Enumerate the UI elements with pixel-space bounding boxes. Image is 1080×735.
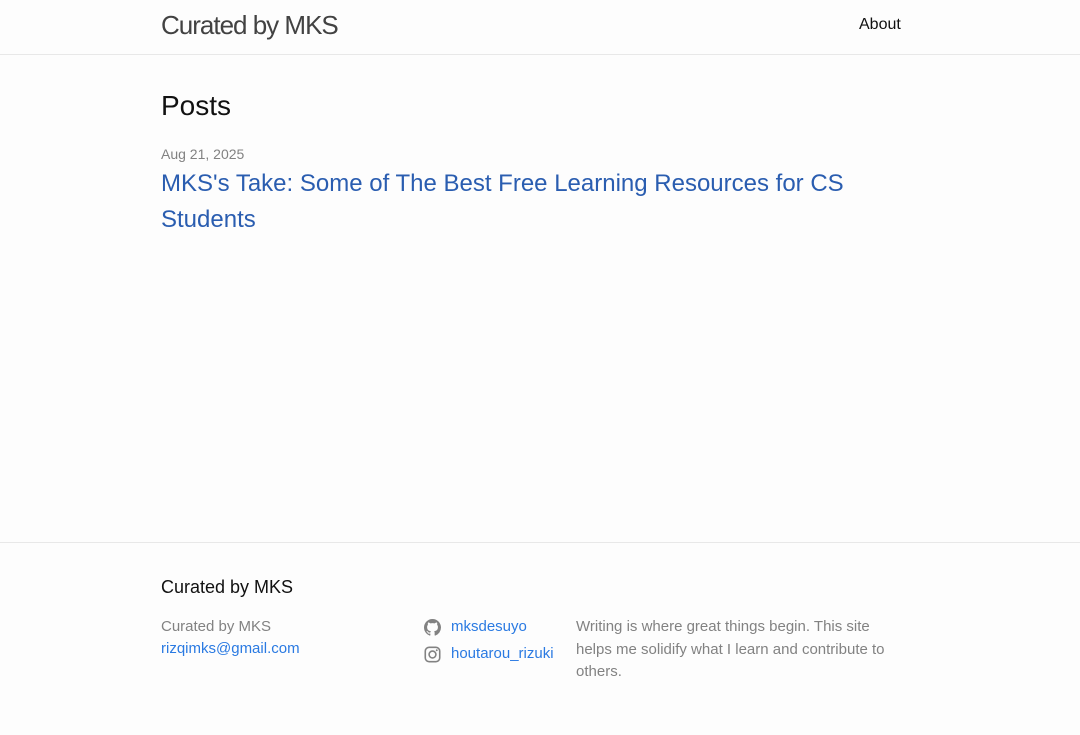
footer-contact: Curated by MKS rizqimks@gmail.com — [161, 616, 401, 660]
footer-social: mksdesuyo houtarou_rizuki — [424, 616, 564, 670]
site-header: Curated by MKS About — [0, 0, 1080, 55]
post-title-link[interactable]: MKS's Take: Some of The Best Free Learni… — [161, 166, 881, 238]
site-footer: Curated by MKS Curated by MKS rizqimks@g… — [0, 542, 1080, 735]
post-date: Aug 21, 2025 — [161, 146, 245, 162]
site-title-link[interactable]: Curated by MKS — [161, 10, 339, 40]
nav-about-link[interactable]: About — [859, 15, 901, 35]
footer-description: Writing is where great things begin. Thi… — [576, 618, 885, 680]
page-heading: Posts — [161, 90, 232, 121]
footer-email-link[interactable]: rizqimks@gmail.com — [161, 638, 401, 660]
footer-name: Curated by MKS — [161, 618, 272, 635]
github-icon — [424, 618, 441, 636]
instagram-username: houtarou_rizuki — [451, 645, 554, 662]
instagram-link[interactable]: houtarou_rizuki — [424, 643, 564, 665]
github-link[interactable]: mksdesuyo — [424, 616, 564, 638]
instagram-icon — [424, 645, 441, 663]
github-username: mksdesuyo — [451, 618, 527, 635]
footer-heading: Curated by MKS — [161, 577, 294, 597]
